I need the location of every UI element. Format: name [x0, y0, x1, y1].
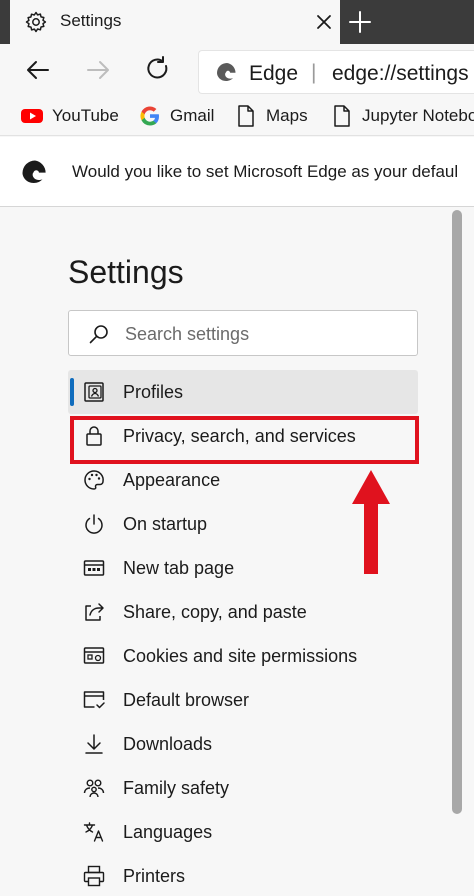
newtab-page-icon	[83, 560, 105, 576]
sidebar-item-default-browser[interactable]: Default browser	[68, 678, 418, 722]
share-icon	[85, 603, 104, 621]
edge-logo-icon	[217, 63, 236, 81]
bookmark-label: YouTube	[52, 106, 119, 125]
sidebar-item-printers[interactable]: Printers	[68, 854, 418, 896]
search-input[interactable]: Search settings	[68, 310, 418, 356]
sidebar-item-label: Cookies and site permissions	[123, 646, 358, 666]
search-placeholder: Search settings	[125, 324, 250, 344]
sidebar-item-label: Languages	[123, 822, 213, 842]
sidebar-item-label: Printers	[123, 866, 186, 886]
sidebar-item-label: Default browser	[123, 690, 250, 710]
sidebar-item-label: New tab page	[123, 558, 235, 578]
sidebar-item-label: Profiles	[123, 382, 184, 402]
youtube-icon	[21, 109, 43, 123]
page-icon	[334, 105, 350, 127]
tab-strip: Settings	[0, 0, 474, 44]
default-browser-infobar: Would you like to set Microsoft Edge as …	[0, 137, 474, 207]
sidebar-item-label: On startup	[123, 514, 208, 534]
bookmark-maps[interactable]: Maps	[234, 104, 308, 128]
sidebar-item-label: Family safety	[123, 778, 230, 798]
close-icon[interactable]	[312, 10, 336, 34]
browser-icon	[83, 691, 105, 709]
sidebar-item-share-copy-paste[interactable]: Share, copy, and paste	[68, 590, 418, 634]
address-bar[interactable]: Edge | edge://settings	[198, 50, 474, 94]
toolbar: Edge | edge://settings	[0, 44, 474, 96]
palette-icon	[84, 470, 104, 490]
printer-icon	[83, 865, 105, 887]
page-title: Settings	[68, 254, 184, 290]
sidebar-item-family-safety[interactable]: Family safety	[68, 766, 418, 810]
sidebar-item-privacy[interactable]: Privacy, search, and services	[68, 414, 418, 458]
plus-icon[interactable]	[346, 8, 374, 36]
sidebar-item-cookies[interactable]: Cookies and site permissions	[68, 634, 418, 678]
forward-arrow-icon[interactable]	[82, 54, 114, 86]
bookmarks-bar: YouTube Gmail Maps Jupyter Notebo	[0, 96, 474, 136]
address-separator: |	[311, 61, 317, 84]
address-url[interactable]: edge://settings	[332, 62, 469, 86]
lock-icon	[86, 426, 102, 446]
refresh-icon[interactable]	[142, 54, 174, 86]
languages-icon	[83, 822, 104, 842]
sidebar-item-label: Appearance	[123, 470, 221, 490]
bookmark-gmail[interactable]: Gmail	[138, 104, 214, 128]
back-arrow-icon[interactable]	[22, 54, 54, 86]
cookies-icon	[83, 647, 105, 664]
search-icon	[89, 325, 108, 344]
sidebar-item-label: Privacy, search, and services	[123, 426, 356, 446]
bookmark-jupyter[interactable]: Jupyter Notebo	[330, 104, 474, 128]
bookmark-youtube[interactable]: YouTube	[20, 104, 119, 128]
gear-icon	[25, 11, 47, 33]
active-indicator	[70, 378, 74, 406]
power-icon	[85, 514, 103, 534]
up-arrow-icon	[352, 470, 390, 574]
download-icon	[85, 734, 103, 754]
sidebar-item-downloads[interactable]: Downloads	[68, 722, 418, 766]
sidebar-item-label: Downloads	[123, 734, 213, 754]
family-icon	[83, 779, 105, 798]
scrollbar[interactable]	[452, 210, 462, 814]
profile-icon	[84, 382, 104, 402]
google-icon	[140, 106, 159, 126]
address-site-label: Edge	[249, 62, 299, 85]
infobar-message: Would you like to set Microsoft Edge as …	[72, 162, 459, 181]
page-icon	[238, 105, 254, 127]
settings-page: Settings Search settings Profiles Privac…	[0, 208, 474, 896]
bookmark-label: Jupyter Notebo	[362, 106, 474, 125]
sidebar-item-languages[interactable]: Languages	[68, 810, 418, 854]
bookmark-label: Maps	[266, 106, 308, 125]
bookmark-label: Gmail	[170, 106, 215, 125]
edge-logo-icon	[22, 160, 46, 183]
sidebar-item-profiles[interactable]: Profiles	[68, 370, 418, 414]
tab-title: Settings	[60, 11, 122, 30]
tab-settings[interactable]: Settings	[10, 0, 340, 44]
sidebar-item-label: Share, copy, and paste	[123, 602, 307, 622]
